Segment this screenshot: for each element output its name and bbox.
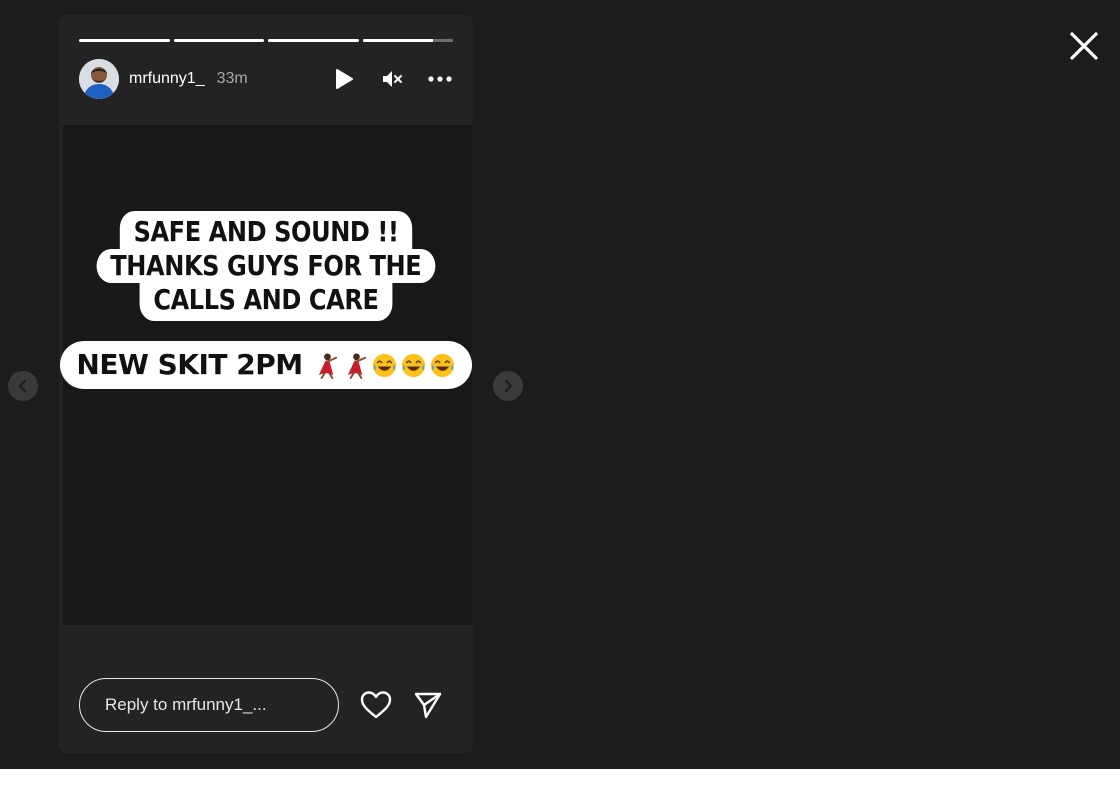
caption-line: THANKS GUYS FOR THE xyxy=(96,249,436,283)
send-icon xyxy=(414,692,442,719)
story-header: mrfunny1_ 33m xyxy=(79,58,453,100)
reply-input[interactable] xyxy=(79,678,339,732)
chevron-left-icon xyxy=(18,379,27,393)
share-button[interactable] xyxy=(411,688,445,722)
mute-button[interactable] xyxy=(379,66,405,92)
story-username[interactable]: mrfunny1_ xyxy=(129,70,205,88)
story-card[interactable]: mrfunny1_ 33m SAFE AND SOUND !! THANKS G… xyxy=(59,15,473,753)
more-options-button[interactable] xyxy=(427,66,453,92)
tears-of-joy-emoji xyxy=(401,353,425,377)
caption-block: SAFE AND SOUND !! THANKS GUYS FOR THE CA… xyxy=(69,211,463,321)
close-button[interactable] xyxy=(1066,28,1102,64)
story-controls xyxy=(331,66,453,92)
next-story-button[interactable] xyxy=(493,371,523,401)
tears-of-joy-emoji xyxy=(372,353,396,377)
tears-of-joy-emoji xyxy=(430,353,454,377)
skit-announcement: NEW SKIT 2PM xyxy=(60,341,472,389)
caption-line: SAFE AND SOUND !! xyxy=(119,211,413,249)
progress-bar xyxy=(79,39,453,42)
progress-segment xyxy=(173,39,264,42)
dancer-emoji xyxy=(347,352,366,379)
play-button[interactable] xyxy=(331,66,357,92)
avatar[interactable] xyxy=(79,59,119,99)
muted-speaker-icon xyxy=(383,71,402,87)
reply-bar xyxy=(79,677,453,733)
progress-segment xyxy=(79,39,170,42)
more-options-icon xyxy=(428,76,452,82)
caption-line: CALLS AND CARE xyxy=(139,283,393,321)
skit-announcement-text: NEW SKIT 2PM xyxy=(76,348,303,381)
play-icon xyxy=(336,69,353,89)
close-icon xyxy=(1070,32,1098,60)
chevron-right-icon xyxy=(504,379,513,393)
story-text-stickers: SAFE AND SOUND !! THANKS GUYS FOR THE CA… xyxy=(59,211,473,389)
previous-story-button[interactable] xyxy=(8,371,38,401)
progress-segment xyxy=(268,39,359,42)
like-button[interactable] xyxy=(359,688,393,722)
dancer-emoji xyxy=(318,352,337,379)
progress-segment xyxy=(362,39,453,42)
story-timestamp: 33m xyxy=(216,70,248,87)
page-bottom-strip xyxy=(0,769,1120,786)
heart-icon xyxy=(360,691,392,719)
